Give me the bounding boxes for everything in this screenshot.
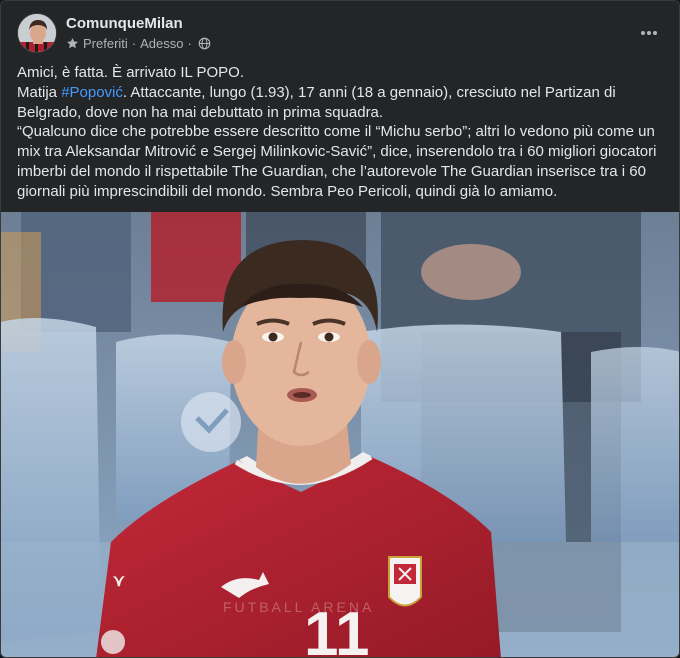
globe-icon[interactable] [198, 37, 211, 50]
player-photo: ⋎ 11 FUTBALL ARENA [1, 212, 679, 657]
post-photo[interactable]: ⋎ 11 FUTBALL ARENA [1, 212, 679, 657]
post-text: Amici, è fatta. È arrivato IL POPO. Mati… [17, 63, 667, 202]
post-text-line-1: Amici, è fatta. È arrivato IL POPO. [17, 64, 245, 81]
meta-separator-2: · [187, 36, 192, 51]
page-name[interactable]: ComunqueMilan [66, 15, 183, 32]
post-timestamp[interactable]: Adesso [140, 36, 183, 51]
shirt-logo-glyph: ⋎ [112, 573, 125, 590]
meta-separator: · [131, 36, 137, 51]
post-card: ComunqueMilan Preferiti · Adesso · Amici [0, 0, 680, 658]
hashtag-link[interactable]: #Popović [61, 84, 123, 101]
more-horizontal-icon [641, 31, 657, 35]
avatar-image [18, 14, 56, 52]
star-icon [67, 37, 78, 49]
post-text-line-2: Matija #Popović. Attaccante, lungo (1.93… [17, 83, 667, 123]
post-text-paragraph: “Qualcuno dice che potrebbe essere descr… [17, 123, 657, 200]
post-header: ComunqueMilan Preferiti · Adesso · [17, 11, 665, 55]
page-avatar[interactable] [17, 13, 57, 53]
photo-watermark: FUTBALL ARENA [223, 599, 374, 615]
text-prefix: Matija [17, 83, 62, 101]
post-meta: Preferiti · Adesso · [66, 36, 211, 51]
audience-label[interactable]: Preferiti [83, 36, 128, 51]
more-options-button[interactable] [633, 17, 665, 49]
